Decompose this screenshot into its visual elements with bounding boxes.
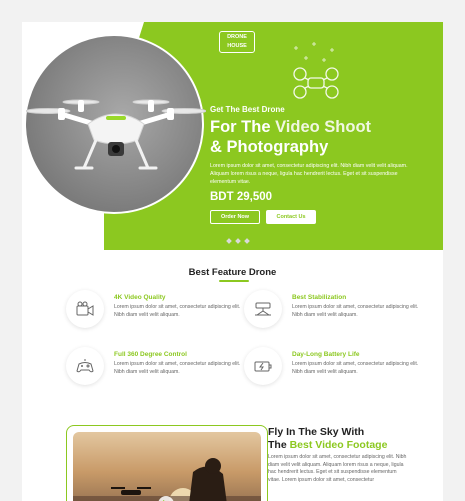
- controller-icon: [76, 359, 94, 373]
- feature-text: Lorem ipsum dolor sit amet, consectetur …: [114, 361, 241, 375]
- logo-line-2: HOUSE: [227, 43, 247, 49]
- features-title-prefix: Best: [188, 267, 212, 278]
- drone-image-circle: [24, 34, 207, 214]
- hero-title-prefix: For The: [210, 118, 276, 136]
- video-thumbnail[interactable]: [73, 432, 261, 501]
- feature-title: 4K Video Quality: [114, 294, 166, 301]
- video-title-line1: Fly In The Sky With: [268, 426, 365, 438]
- feature-item: Day-Long Battery Life Lorem ipsum dolor …: [244, 347, 424, 387]
- feature-text: Lorem ipsum dolor sit amet, consectetur …: [292, 304, 419, 318]
- battery-icon: [254, 361, 272, 372]
- video-camera-icon: [76, 301, 94, 316]
- features-title-highlight: Feature: [211, 267, 247, 278]
- feature-title: Full 360 Degree Control: [114, 351, 187, 358]
- slider-dot[interactable]: [217, 238, 223, 244]
- hero-title-highlight: Video Shoot: [275, 118, 372, 136]
- feature-text: Lorem ipsum dolor sit amet, consectetur …: [292, 361, 419, 375]
- slider-dot[interactable]: [226, 238, 232, 244]
- logo-line-1: DRONE: [227, 34, 247, 40]
- hero-description: Lorem ipsum dolor sit amet, consectetur …: [210, 163, 408, 185]
- feature-icon-circle: [66, 347, 104, 385]
- drone-house-logo[interactable]: DRONE HOUSE: [219, 31, 255, 53]
- feature-icon-circle: [244, 290, 282, 328]
- feature-icon-circle: [244, 347, 282, 385]
- slider-dot[interactable]: [235, 238, 241, 244]
- feature-item: Best Stabilization Lorem ipsum dolor sit…: [244, 290, 424, 330]
- slider-dots: [217, 238, 250, 244]
- hero-title-line2: & Photography: [210, 138, 329, 156]
- order-now-button[interactable]: Order Now: [210, 210, 260, 224]
- hero-title: For The Video Shoot & Photography: [210, 117, 435, 157]
- video-section-text: Lorem ipsum dolor sit amet, consectetur …: [268, 454, 407, 483]
- slider-dot[interactable]: [244, 238, 250, 244]
- feature-item: 4K Video Quality Lorem ipsum dolor sit a…: [66, 290, 246, 330]
- landing-page: DRONE HOUSE Get The Best Drone For The V…: [22, 22, 443, 501]
- feature-icon-circle: [66, 290, 104, 328]
- drone-image: [25, 99, 207, 170]
- title-underline: [219, 280, 249, 282]
- hero-kicker: Get The Best Drone: [210, 105, 285, 114]
- features-title-suffix: Drone: [246, 267, 277, 278]
- video-title-prefix: The: [268, 438, 290, 451]
- stabilization-icon: [255, 302, 271, 316]
- feature-item: Full 360 Degree Control Lorem ipsum dolo…: [66, 347, 246, 387]
- drone-outline-icon: [293, 42, 339, 99]
- features-section-title: Best Feature Drone: [22, 267, 443, 278]
- video-title-highlight: Best Video Footage: [289, 438, 388, 451]
- feature-title: Day-Long Battery Life: [292, 351, 360, 358]
- contact-us-button[interactable]: Contact Us: [266, 210, 316, 224]
- feature-text: Lorem ipsum dolor sit amet, consectetur …: [114, 304, 241, 318]
- video-section-title: Fly In The Sky With The Best Video Foota…: [268, 426, 428, 451]
- price-label: BDT 29,500: [210, 191, 273, 203]
- sunset-drone-image: [73, 458, 261, 501]
- feature-title: Best Stabilization: [292, 294, 347, 301]
